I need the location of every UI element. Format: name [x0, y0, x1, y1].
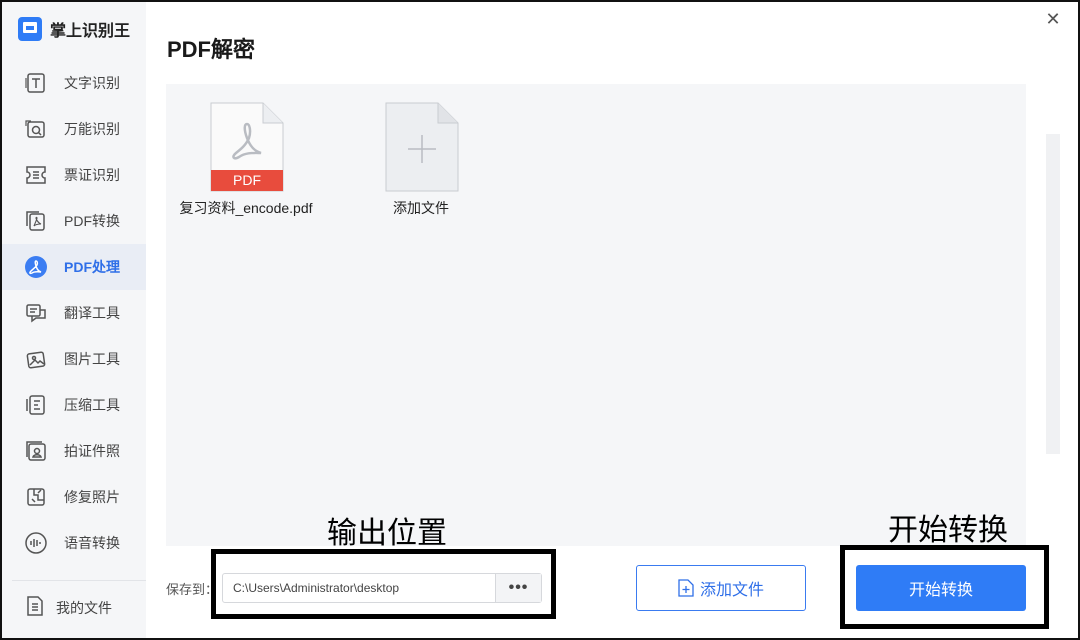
sidebar-item-label: 拍证件照	[64, 443, 120, 459]
photo-repair-icon	[24, 485, 48, 509]
add-file-button-label: 添加文件	[699, 582, 764, 599]
sidebar-item-label: 图片工具	[64, 351, 120, 367]
close-icon[interactable]: ✕	[1042, 8, 1064, 30]
sidebar-nav: 文字识别 万能识别 票证识别 PDF转换 PDF处理 翻译工具 图片工具 压缩工…	[2, 60, 146, 566]
file-name: 复习资料_encode.pdf	[179, 200, 313, 216]
add-file-icon	[678, 579, 694, 597]
universal-recognition-icon	[24, 117, 48, 141]
sidebar-item-pdf-process[interactable]: PDF处理	[2, 244, 146, 290]
sidebar-item-label: 修复照片	[64, 489, 120, 505]
sidebar-item-pdf-convert[interactable]: PDF转换	[2, 198, 146, 244]
sidebar-item-image-tool[interactable]: 图片工具	[2, 336, 146, 382]
my-files-icon	[24, 595, 46, 622]
annotation-output-location: 输出位置	[327, 517, 447, 550]
sidebar-item-label: PDF处理	[64, 259, 120, 275]
sidebar-item-translate[interactable]: 翻译工具	[2, 290, 146, 336]
sidebar-item-ticket-recognition[interactable]: 票证识别	[2, 152, 146, 198]
sidebar-item-label: 压缩工具	[64, 397, 120, 413]
ticket-recognition-icon	[24, 163, 48, 187]
sidebar-item-label: 万能识别	[64, 121, 120, 137]
text-recognition-icon	[24, 71, 48, 95]
translate-icon	[24, 301, 48, 325]
sidebar-item-photo-repair[interactable]: 修复照片	[2, 474, 146, 520]
brand: 掌上识别王	[18, 14, 130, 44]
sidebar-item-id-photo[interactable]: 拍证件照	[2, 428, 146, 474]
image-tool-icon	[24, 347, 48, 371]
id-photo-icon	[24, 439, 48, 463]
sidebar-item-voice-convert[interactable]: 语音转换	[2, 520, 146, 566]
annotation-box-start-conversion	[840, 545, 1049, 629]
sidebar-divider	[12, 580, 146, 581]
sidebar-item-compress[interactable]: 压缩工具	[2, 382, 146, 428]
pdf-badge: PDF	[233, 172, 261, 188]
sidebar-item-my-files[interactable]: 我的文件	[2, 586, 146, 630]
compress-icon	[24, 393, 48, 417]
add-file-tile-icon	[385, 102, 459, 192]
pdf-file-icon: PDF	[210, 102, 284, 192]
add-file-tile-label: 添加文件	[393, 200, 449, 216]
sidebar-item-universal-recognition[interactable]: 万能识别	[2, 106, 146, 152]
annotation-start-conversion: 开始转换	[888, 514, 1008, 547]
sidebar-item-text-recognition[interactable]: 文字识别	[2, 60, 146, 106]
scrollbar-track[interactable]	[1046, 134, 1060, 454]
pdf-convert-icon	[24, 209, 48, 233]
sidebar-item-label: 我的文件	[56, 600, 112, 616]
sidebar-item-label: PDF转换	[64, 213, 120, 229]
sidebar-item-label: 语音转换	[64, 535, 120, 551]
sidebar: 掌上识别王 文字识别 万能识别 票证识别 PDF转换 PDF处理 翻译工具 图片…	[2, 2, 146, 638]
page-title: PDF解密	[167, 37, 256, 62]
sidebar-item-label: 票证识别	[64, 167, 120, 183]
file-drop-area[interactable]	[166, 84, 1026, 546]
pdf-process-icon	[24, 255, 48, 279]
app-logo-icon	[18, 17, 42, 41]
sidebar-item-label: 翻译工具	[64, 305, 120, 321]
app-name: 掌上识别王	[50, 23, 131, 40]
sidebar-item-label: 文字识别	[64, 75, 120, 91]
annotation-box-output-location	[211, 549, 556, 619]
voice-convert-icon	[24, 531, 48, 555]
add-file-button[interactable]: 添加文件	[636, 565, 806, 611]
